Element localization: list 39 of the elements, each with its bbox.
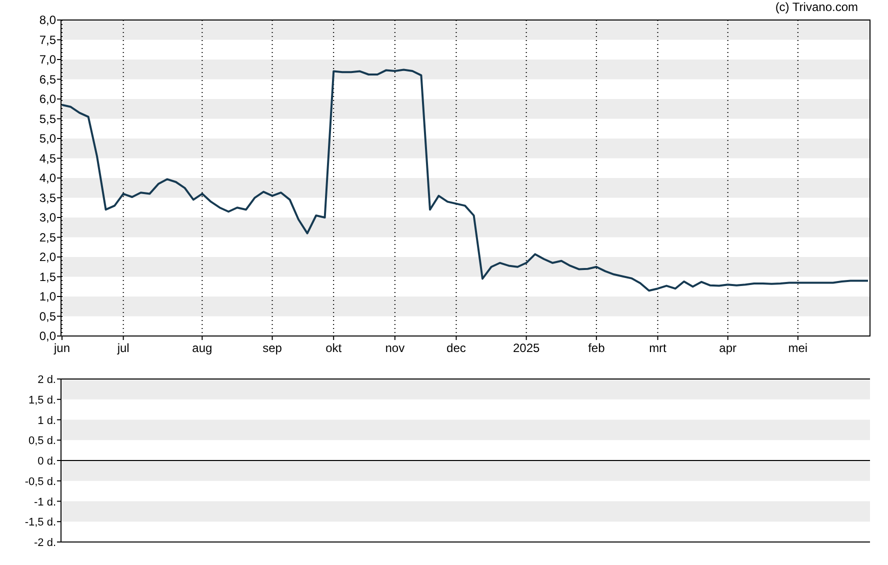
axis-label: -2 d.: [34, 537, 56, 549]
axis-label: -1 d.: [34, 496, 56, 508]
axis-label: 5,5: [39, 112, 56, 126]
axis-label: 1,5: [39, 270, 56, 284]
axis-label: 4,0: [39, 171, 56, 185]
axis-label: 4,5: [39, 151, 56, 166]
axis-label: 7,5: [39, 32, 56, 47]
axis-label: 2,5: [39, 230, 56, 244]
axis-label: 0,5 d.: [28, 435, 56, 448]
axis-label: nov: [385, 341, 405, 355]
axis-label: 1,5 d.: [28, 394, 56, 406]
axis-label: dec: [446, 341, 466, 355]
axis-label: okt: [326, 341, 342, 355]
axis-label: 0,5: [39, 309, 56, 324]
axis-label: jun: [54, 341, 70, 355]
axis-label: 2 d.: [38, 374, 56, 386]
axis-label: feb: [588, 341, 605, 355]
axis-label: aug: [192, 341, 212, 355]
axis-label: 1,0: [39, 290, 56, 304]
copyright-text: (c) Trivano.com: [775, 0, 858, 14]
axis-label: -0,5 d.: [24, 476, 56, 488]
axis-label: mrt: [649, 341, 666, 355]
axis-label: jul: [117, 341, 130, 355]
axis-label: 0,0: [39, 329, 56, 343]
axis-label: 8,0: [39, 14, 56, 27]
axis-label: 6,5: [39, 72, 56, 86]
axis-label: 2,0: [39, 250, 56, 264]
axis-label: 6,0: [39, 92, 56, 106]
axis-label: 5,0: [39, 132, 56, 146]
axis-label: apr: [719, 341, 736, 355]
axis-label: 0 d.: [38, 456, 56, 468]
axis-label: 3,5: [39, 190, 56, 205]
axis-label: 3,0: [39, 210, 56, 224]
axis-label: 2025: [512, 341, 540, 355]
axis-label: sep: [262, 341, 282, 355]
axis-label: -1,5 d.: [24, 516, 56, 529]
axis-label: 1 d.: [38, 414, 56, 427]
axis-label: 7,0: [39, 52, 56, 66]
axis-label: mei: [788, 341, 808, 355]
